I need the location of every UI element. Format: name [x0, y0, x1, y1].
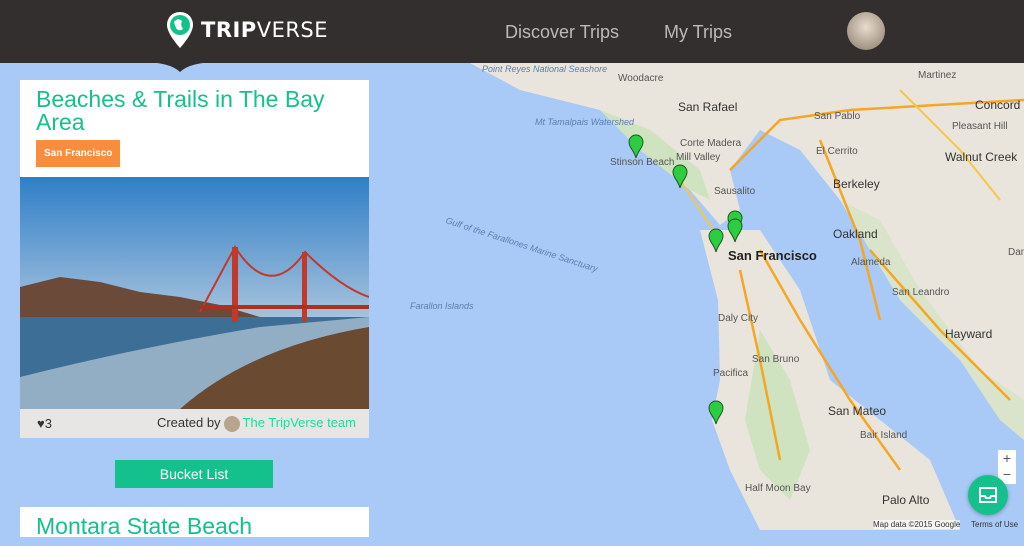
map-label: Berkeley: [833, 177, 880, 191]
map-label: Mt Tamalpais Watershed: [535, 117, 635, 127]
bucket-list-button[interactable]: Bucket List: [115, 460, 273, 488]
map-label: Oakland: [833, 227, 878, 241]
map-label: Stinson Beach: [610, 157, 675, 168]
creator-avatar: [223, 415, 240, 432]
map-label: Palo Alto: [882, 493, 930, 507]
heart-icon[interactable]: ♥: [37, 416, 45, 431]
inbox-button[interactable]: [968, 475, 1008, 515]
trip-card-footer: ♥3 Created by The TripVerse team: [20, 409, 369, 438]
map-label: Concord: [975, 98, 1021, 112]
map-label: San Bruno: [752, 354, 800, 365]
header-notch: [140, 62, 220, 72]
trip-title[interactable]: Montara State Beach: [20, 507, 369, 546]
created-by-label: Created by: [156, 415, 221, 431]
map-label: Martinez: [918, 70, 957, 81]
map-label: Half Moon Bay: [745, 483, 811, 494]
inbox-icon: [979, 487, 997, 503]
creator-link[interactable]: The TripVerse team: [243, 415, 356, 430]
likes-count: 3: [44, 416, 52, 431]
created-by: Created by The TripVerse team: [157, 415, 356, 432]
logo-text: TRIPVERSE: [201, 18, 329, 42]
map-label: San Mateo: [828, 404, 887, 418]
map-attribution: Map data ©2015 Google: [873, 520, 961, 529]
user-avatar[interactable]: [847, 12, 885, 50]
trip-photo: [20, 177, 369, 409]
location-tag[interactable]: San Francisco: [36, 140, 121, 167]
map-label: Bair Island: [860, 430, 908, 441]
map-label: Pleasant Hill: [952, 121, 1008, 132]
map-label: Point Reyes National Seashore: [482, 64, 608, 74]
zoom-in-button[interactable]: +: [998, 450, 1016, 466]
trip-card[interactable]: Montara State Beach: [20, 507, 369, 539]
terms-of-use-link[interactable]: Terms of Use: [971, 520, 1018, 529]
logo[interactable]: TRIPVERSE: [165, 10, 328, 50]
map-label: Pacifica: [713, 368, 749, 379]
map-label: Alameda: [851, 257, 891, 268]
nav-discover-trips[interactable]: Discover Trips: [505, 22, 619, 43]
likes[interactable]: ♥3: [37, 416, 52, 431]
trip-title[interactable]: Beaches & Trails in The Bay Area: [20, 80, 369, 134]
map-label: San Francisco: [728, 248, 817, 263]
map-label: Walnut Creek: [945, 150, 1018, 164]
map-label: Farallon Islands: [410, 301, 474, 311]
map-label: San Rafael: [678, 100, 738, 114]
map-label: San Pablo: [814, 111, 861, 122]
map-label: Sausalito: [714, 186, 756, 197]
map-label: Danville: [1008, 247, 1024, 258]
map-label: Daly City: [718, 313, 759, 324]
map-label: Woodacre: [618, 73, 664, 84]
map-label: Mill Valley: [676, 152, 721, 163]
map-label: San Leandro: [892, 287, 950, 298]
map-label: Hayward: [945, 327, 993, 341]
nav-my-trips[interactable]: My Trips: [664, 22, 732, 43]
globe-pin-icon: [167, 12, 193, 48]
map-label: Corte Madera: [680, 138, 742, 149]
map-label: El Cerrito: [816, 146, 858, 157]
trip-card[interactable]: Beaches & Trails in The Bay Area San Fra…: [20, 80, 369, 438]
